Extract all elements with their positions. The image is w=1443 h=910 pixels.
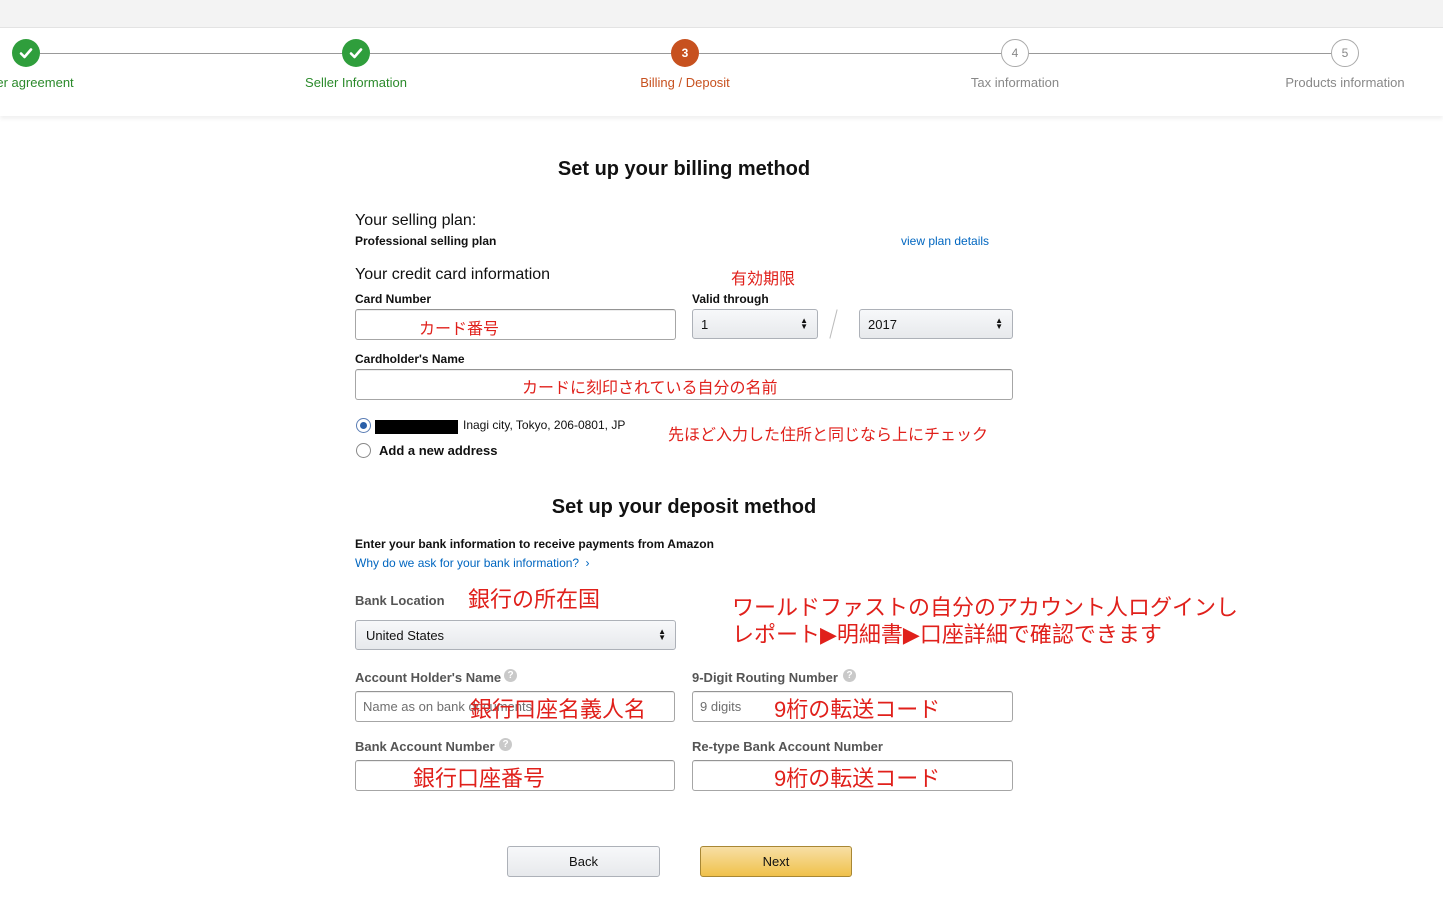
- cardholder-label: Cardholder's Name: [355, 352, 465, 366]
- existing-address-text: Inagi city, Tokyo, 206-0801, JP: [463, 418, 626, 432]
- help-icon[interactable]: ?: [843, 669, 856, 682]
- selling-plan-heading: Your selling plan:: [355, 212, 477, 229]
- annotation-info-line2: レポート▶明細書▶口座詳細で確認できます: [732, 622, 1162, 647]
- bank-location-value: United States: [366, 627, 445, 643]
- progress-stepper: er agreement Seller Information 3 Billin…: [0, 28, 1443, 116]
- check-icon: [342, 39, 370, 67]
- deposit-title: Set up your deposit method: [551, 496, 817, 518]
- new-address-radio[interactable]: [356, 443, 371, 458]
- next-button[interactable]: Next: [700, 846, 852, 877]
- routing-number-label: 9-Digit Routing Number: [692, 670, 838, 685]
- back-button[interactable]: Back: [507, 846, 660, 877]
- card-number-label: Card Number: [355, 292, 432, 306]
- step-label-tax: Tax information: [970, 75, 1060, 90]
- help-icon[interactable]: ?: [504, 669, 517, 682]
- card-number-input[interactable]: [355, 309, 676, 340]
- annotation-holder: 銀行口座名義人名: [470, 697, 647, 722]
- expiry-month-value: 1: [701, 316, 709, 332]
- routing-number-placeholder: 9 digits: [700, 699, 742, 714]
- annotation-account: 銀行口座番号: [413, 766, 546, 791]
- retype-account-label: Re-type Bank Account Number: [692, 739, 883, 754]
- annotation-retype: 9桁の転送コード: [774, 766, 941, 791]
- billing-title: Set up your billing method: [557, 158, 811, 180]
- existing-address-radio[interactable]: [356, 418, 371, 433]
- annotation-routing: 9桁の転送コード: [774, 697, 941, 722]
- annotation-bank-country: 銀行の所在国: [468, 587, 601, 612]
- step-number-5: 5: [1331, 39, 1359, 67]
- why-bank-info-text: Why do we ask for your bank information?: [355, 556, 580, 570]
- bank-location-label: Bank Location: [355, 593, 445, 608]
- check-icon: [12, 39, 40, 67]
- redacted-name: [375, 420, 458, 434]
- bank-location-select[interactable]: United States ▲ ▼: [355, 620, 676, 650]
- date-separator: [829, 309, 838, 339]
- step-number-3: 3: [671, 39, 699, 67]
- bank-account-label: Bank Account Number: [355, 739, 495, 754]
- step-label-billing: Billing / Deposit: [640, 75, 730, 90]
- help-icon[interactable]: ?: [499, 738, 512, 751]
- step-label-products: Products information: [1285, 75, 1405, 90]
- why-bank-info-link[interactable]: Why do we ask for your bank information?…: [355, 556, 589, 570]
- credit-card-heading: Your credit card information: [355, 266, 551, 283]
- new-address-label[interactable]: Add a new address: [379, 443, 497, 458]
- step-connector: [370, 53, 672, 54]
- expiry-year-value: 2017: [868, 316, 897, 332]
- step-label-seller-info[interactable]: Seller Information: [305, 75, 407, 90]
- bank-info-intro: Enter your bank information to receive p…: [355, 537, 714, 551]
- view-plan-details-link[interactable]: view plan details: [901, 234, 989, 248]
- step-label-agreement[interactable]: er agreement: [0, 75, 74, 90]
- expiry-year-select[interactable]: 2017 ▲ ▼: [859, 309, 1013, 339]
- updown-arrows-icon: ▲ ▼: [800, 316, 808, 331]
- annotation-cardholder: カードに刻印されている自分の名前: [522, 380, 778, 397]
- step-connector: [699, 53, 1001, 54]
- step-number-4: 4: [1001, 39, 1029, 67]
- annotation-expiry: 有効期限: [731, 271, 796, 288]
- updown-arrows-icon: ▲ ▼: [995, 316, 1003, 331]
- annotation-card-number: カード番号: [419, 321, 500, 338]
- updown-arrows-icon: ▲ ▼: [658, 627, 666, 642]
- step-connector: [40, 53, 343, 54]
- valid-through-label: Valid through: [692, 292, 769, 306]
- account-holder-label: Account Holder's Name: [355, 670, 502, 685]
- annotation-address: 先ほど入力した住所と同じなら上にチェック: [668, 427, 989, 444]
- step-connector: [1029, 53, 1331, 54]
- chevron-right-icon: ›: [585, 556, 590, 570]
- top-bar: [0, 0, 1443, 28]
- selling-plan-name: Professional selling plan: [355, 234, 497, 248]
- expiry-month-select[interactable]: 1 ▲ ▼: [692, 309, 818, 339]
